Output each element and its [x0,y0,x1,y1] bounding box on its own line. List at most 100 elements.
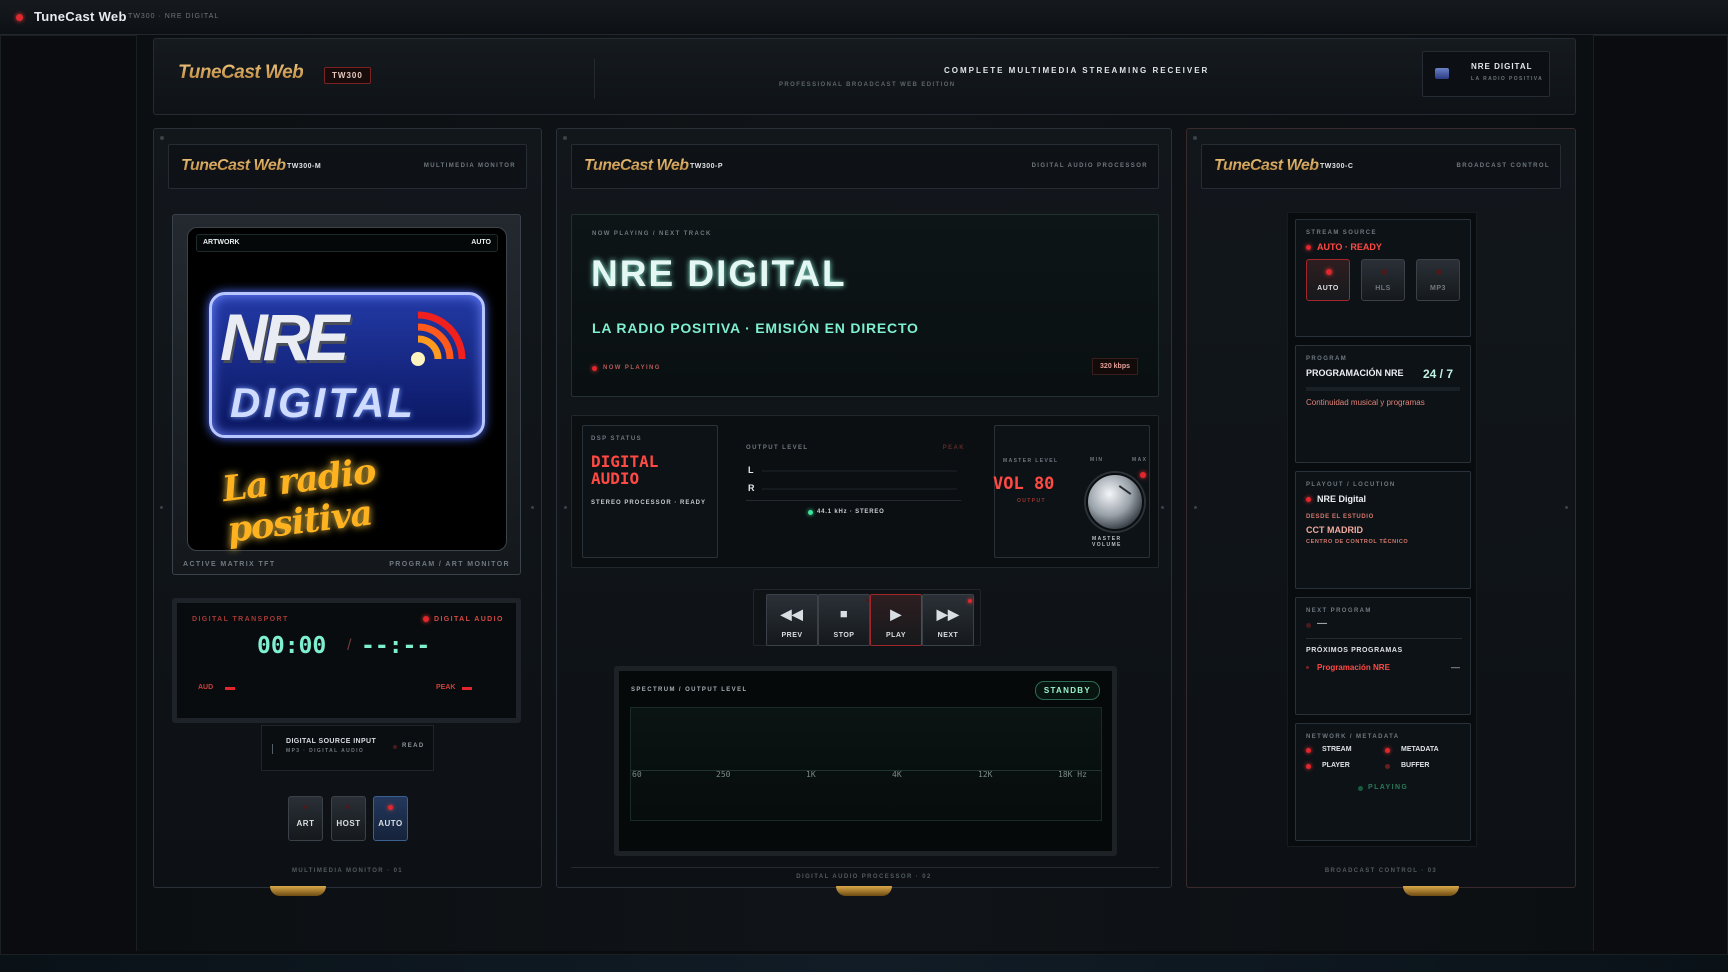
processor-header: TuneCast Web TW300-P DIGITAL AUDIO PROCE… [571,144,1159,189]
dsp-sub: STEREO PROCESSOR · READY [591,500,707,506]
transport-bar: ◀◀ PREV ■ STOP ▶ PLAY ▶▶ NEXT [753,589,981,646]
freq-tick: 1K [806,770,816,779]
net-buffer: BUFFER [1401,762,1430,769]
dsp-row: DSP STATUS DIGITAL AUDIO STEREO PROCESSO… [571,415,1159,568]
next-icon: ▶▶ [936,606,960,622]
master-volume-knob[interactable] [1086,473,1144,531]
processor-footer: DIGITAL AUDIO PROCESSOR · 02 [796,874,932,880]
freq-tick: 250 [716,770,731,779]
art-monitor: ARTWORK AUTO NRE DIGITAL La radio positi… [172,214,521,575]
edition-label: PROFESSIONAL BROADCAST WEB EDITION [779,82,956,88]
processor-model: TW300-P [690,163,724,170]
program-card: PROGRAM PROGRAMACIÓN NRE 24 / 7 Continui… [1295,345,1471,463]
app-subtitle: TW300 · NRE DIGITAL [128,13,220,20]
np-status: NOW PLAYING [603,365,661,371]
format-led [808,510,813,515]
studio-city: CCT MADRID [1306,525,1363,535]
artwork-screen: ARTWORK AUTO NRE DIGITAL La radio positi… [187,227,507,551]
bitrate-badge: 320 kbps [1092,358,1138,375]
control-header: TuneCast Web TW300-C BROADCAST CONTROL [1201,144,1561,189]
network-label: NETWORK / METADATA [1306,734,1400,740]
left-foot [270,886,326,896]
source-auto-button[interactable]: AUTO [1306,259,1350,301]
transport-status: DIGITAL AUDIO [434,616,504,623]
aud-meter [225,687,235,690]
screen-type-label: ACTIVE MATRIX TFT [183,561,276,568]
output-level-card: OUTPUT LEVEL PEAK L R 44.1 kHz · STEREO [736,425,975,558]
next-program-card: NEXT PROGRAM — PRÓXIMOS PROGRAMAS Progra… [1295,597,1471,715]
net-metadata: METADATA [1401,746,1439,753]
freq-tick: 60 [632,770,642,779]
aud-label: AUD [198,684,214,691]
playout-led [1306,497,1311,502]
receiver-headline: COMPLETE MULTIMEDIA STREAMING RECEIVER [944,66,1210,75]
stream-source-card: STREAM SOURCE AUTO · READY AUTO HLS MP3 [1295,219,1471,337]
metadata-led [1385,748,1390,753]
host-button[interactable]: HOST [331,796,366,841]
program-desc: Continuidad musical y programas [1306,398,1425,407]
artwork-bar: ARTWORK AUTO [196,234,498,252]
now-playing-display: NOW PLAYING / NEXT TRACK NRE DIGITAL LA … [571,214,1159,397]
control-model: TW300-C [1320,163,1354,170]
receiver-header: TuneCast Web TW300 COMPLETE MULTIMEDIA S… [153,38,1576,115]
source-led [393,745,397,749]
broadcast-control-panel: TuneCast Web TW300-C BROADCAST CONTROL S… [1186,128,1576,888]
next-program-value: — [1317,618,1327,629]
upcoming-label: PRÓXIMOS PROGRAMAS [1306,647,1403,654]
np-led [592,366,597,371]
knob-label: MASTER VOLUME [1092,536,1122,548]
control-brand-logo: TuneCast Web [1214,157,1319,174]
monitor-model: TW300-M [287,163,322,170]
meter-right [762,488,957,490]
processor-label: DIGITAL AUDIO PROCESSOR [1031,163,1148,169]
monitor-header: TuneCast Web TW300-M MULTIMEDIA MONITOR [168,144,527,189]
studio-sub: CENTRO DE CONTROL TÉCNICO [1306,539,1409,545]
transport-label: DIGITAL TRANSPORT [192,616,289,623]
channel-right: R [748,483,755,493]
np-title: NRE DIGITAL [591,253,847,294]
next-button[interactable]: ▶▶ NEXT [922,594,974,646]
auto-button[interactable]: AUTO [373,796,408,841]
meter-left [762,470,957,472]
np-subtitle: LA RADIO POSITIVA · EMISIÓN EN DIRECTO [592,320,919,336]
control-footer: BROADCAST CONTROL · 03 [1324,868,1438,874]
source-hls-button[interactable]: HLS [1361,259,1405,301]
output-label: OUTPUT LEVEL [746,445,809,451]
broadcast-waves-icon [408,307,470,369]
prev-icon: ◀◀ [780,606,804,622]
network-card: NETWORK / METADATA STREAM METADATA PLAYE… [1295,723,1471,841]
knob-max: MAX [1132,457,1148,463]
next-program-led [1306,623,1311,628]
monitor-footer: MULTIMEDIA MONITOR · 01 [291,868,404,874]
stream-source-led [1306,245,1311,250]
prev-button[interactable]: ◀◀ PREV [766,594,818,646]
stream-source-status: AUTO · READY [1317,242,1382,252]
spectrum-status: STANDBY [1034,681,1100,700]
master-level-card: MASTER LEVEL VOL 80 OUTPUT MIN MAX MASTE… [993,425,1150,558]
control-column: STREAM SOURCE AUTO · READY AUTO HLS MP3 … [1287,212,1477,847]
master-label: MASTER LEVEL [1003,458,1059,464]
time-total: --:-- [361,633,431,659]
artwork-logo-plate: NRE DIGITAL [209,292,485,438]
artwork-mode: AUTO [471,239,491,246]
artwork-script: La radio positiva [220,450,378,551]
stop-button[interactable]: ■ STOP [818,594,870,646]
net-player: PLAYER [1322,762,1350,769]
control-label: BROADCAST CONTROL [1456,163,1550,169]
play-icon: ▶ [890,606,902,622]
model-badge: TW300 [324,67,371,84]
freq-tick: 12K [978,770,993,779]
player-led [1306,764,1311,769]
play-button[interactable]: ▶ PLAY [870,594,922,646]
art-button[interactable]: ART [288,796,323,841]
freq-axis: 60 250 1K 4K 12K 18K Hz [630,770,1102,782]
processor-brand-logo: TuneCast Web [584,157,689,174]
audio-format: 44.1 kHz · STEREO [817,509,885,515]
spectrum-display: SPECTRUM / OUTPUT LEVEL STANDBY 60 250 1… [614,666,1117,856]
status-led [16,14,23,21]
source-mp3-button[interactable]: MP3 [1416,259,1460,301]
freq-tick: 4K [892,770,902,779]
knob-min: MIN [1090,457,1104,463]
program-progress [1306,387,1460,391]
knob-led [1140,472,1146,478]
